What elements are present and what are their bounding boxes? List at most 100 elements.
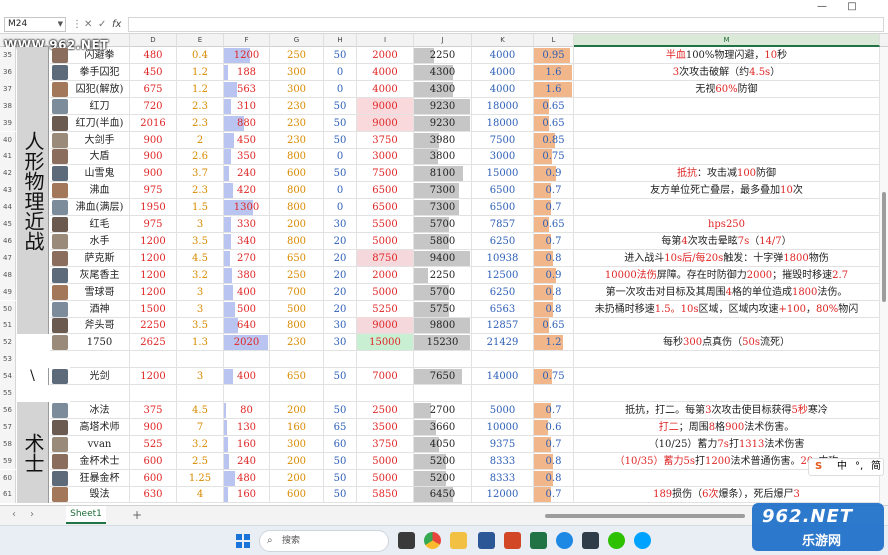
cell-i[interactable]: 8750 (357, 249, 414, 267)
cell-g[interactable]: 700 (270, 283, 324, 301)
cell-desc[interactable]: 189损伤（6次爆条），死后爆尸3 (574, 486, 880, 504)
cell-e[interactable]: 1.25 (177, 469, 224, 487)
cell-desc[interactable]: 友方单位死亡叠层，最多叠加10次 (574, 182, 880, 200)
cell-name[interactable]: 闪避拳 (70, 47, 130, 64)
cell-l[interactable]: 0.8 (534, 283, 574, 301)
cell-l[interactable]: 0.65 (534, 216, 574, 233)
cell-j[interactable]: 2250 (414, 47, 472, 64)
cell-l[interactable]: 0.8 (534, 249, 574, 267)
cell-l[interactable] (534, 385, 574, 402)
vertical-scrollbar[interactable] (880, 47, 888, 505)
cell-desc[interactable] (574, 148, 880, 166)
cell-d[interactable] (130, 351, 177, 369)
cell-name[interactable]: 水手 (70, 232, 130, 250)
cell-e[interactable]: 1.5 (177, 199, 224, 217)
cell-j[interactable]: 5200 (414, 452, 472, 470)
cell-name[interactable] (70, 385, 130, 402)
function-icon[interactable]: fx (112, 17, 121, 32)
cell-d[interactable]: 2250 (130, 317, 177, 335)
more-icon[interactable]: ⋮ (72, 17, 82, 32)
ime-punct[interactable]: °, (855, 459, 863, 475)
cell-d[interactable]: 375 (130, 401, 177, 419)
cell-f[interactable]: 563 (224, 80, 270, 98)
spreadsheet-grid[interactable]: 35 闪避拳 480 0.4 1200 250 50 2000 2250 4000 0.95 半血10… (0, 47, 888, 505)
cell-f[interactable]: 188 (224, 63, 270, 81)
cell-desc[interactable]: 每秒300点真伤（50s流死） (574, 334, 880, 352)
maximize-button[interactable]: □ (840, 0, 864, 14)
cell-g[interactable]: 230 (270, 131, 324, 149)
cell-k[interactable]: 4000 (472, 63, 534, 81)
cell-j[interactable]: 2700 (414, 401, 472, 419)
cell-desc[interactable]: 无视60%防御 (574, 80, 880, 98)
cell-f[interactable]: 400 (224, 283, 270, 301)
cell-name[interactable]: 狂暴金杯 (70, 469, 130, 487)
row-header[interactable]: 61 (0, 486, 16, 504)
chevron-down-icon[interactable]: ▼ (58, 18, 63, 31)
cell-g[interactable]: 300 (270, 435, 324, 453)
cell-desc[interactable]: 未扔桶时移速1.5。10s区域，区域内攻速+100，80%物闪 (574, 300, 880, 318)
cell-h[interactable]: 30 (324, 216, 357, 233)
category-label[interactable]: \ (17, 368, 49, 385)
cell-d[interactable]: 1200 (130, 232, 177, 250)
cell-l[interactable]: 1.6 (534, 80, 574, 98)
cell-l[interactable]: 0.8 (534, 469, 574, 487)
cell-name[interactable]: 雪球哥 (70, 283, 130, 301)
cell-desc[interactable] (574, 317, 880, 335)
cell-f[interactable]: 80 (224, 401, 270, 419)
cell-d[interactable]: 900 (130, 131, 177, 149)
cell-h[interactable] (324, 385, 357, 402)
cell-d[interactable]: 1500 (130, 300, 177, 318)
cell-i[interactable]: 2000 (357, 47, 414, 64)
cell-d[interactable]: 600 (130, 469, 177, 487)
enter-icon[interactable]: ✓ (98, 17, 106, 32)
cell-j[interactable]: 2250 (414, 266, 472, 284)
cell-desc[interactable]: 第一次攻击对目标及其周围4格的单位造成1800法伤。 (574, 283, 880, 301)
cell-e[interactable]: 1.2 (177, 80, 224, 98)
row-header[interactable]: 59 (0, 452, 16, 470)
cell-k[interactable]: 4000 (472, 47, 534, 64)
cell-l[interactable]: 0.8 (534, 300, 574, 318)
cell-name[interactable]: 灰尾香主 (70, 266, 130, 284)
cell-h[interactable]: 50 (324, 401, 357, 419)
cell-k[interactable]: 18000 (472, 97, 534, 115)
row-header[interactable]: 48 (0, 266, 16, 284)
cell-j[interactable]: 9800 (414, 317, 472, 335)
cell-name[interactable]: 大盾 (70, 148, 130, 166)
cell-d[interactable]: 900 (130, 165, 177, 183)
cell-k[interactable]: 21429 (472, 334, 534, 352)
cell-g[interactable]: 300 (270, 80, 324, 98)
cell-d[interactable]: 1950 (130, 199, 177, 217)
cell-e[interactable]: 0.4 (177, 47, 224, 64)
cell-f[interactable]: 380 (224, 266, 270, 284)
cell-i[interactable]: 5000 (357, 469, 414, 487)
cell-e[interactable]: 3.5 (177, 232, 224, 250)
cell-i[interactable]: 7500 (357, 165, 414, 183)
cell-l[interactable]: 0.85 (534, 131, 574, 149)
cell-i[interactable]: 9000 (357, 317, 414, 335)
cell-i[interactable]: 5000 (357, 283, 414, 301)
cell-h[interactable]: 20 (324, 266, 357, 284)
cell-i[interactable]: 3500 (357, 418, 414, 436)
cell-h[interactable]: 50 (324, 165, 357, 183)
cell-d[interactable]: 450 (130, 63, 177, 81)
cell-desc[interactable]: 10000法伤屏障。存在时防御力2000；摧毁时移速2.7 (574, 266, 880, 284)
cell-k[interactable]: 8333 (472, 469, 534, 487)
cell-e[interactable]: 4.5 (177, 249, 224, 267)
cell-f[interactable]: 880 (224, 114, 270, 132)
cell-i[interactable]: 5000 (357, 452, 414, 470)
cell-e[interactable]: 3.5 (177, 317, 224, 335)
cell-d[interactable]: 600 (130, 452, 177, 470)
cell-j[interactable] (414, 385, 472, 402)
cell-i[interactable]: 6500 (357, 199, 414, 217)
cell-desc[interactable]: 抵抗：攻击减100防御 (574, 165, 880, 183)
cell-f[interactable]: 160 (224, 486, 270, 504)
cell-e[interactable]: 1.3 (177, 334, 224, 352)
cell-h[interactable]: 50 (324, 469, 357, 487)
cell-e[interactable]: 2.6 (177, 148, 224, 166)
cell-j[interactable]: 9400 (414, 249, 472, 267)
cell-name[interactable]: 萨克斯 (70, 249, 130, 267)
cell-f[interactable]: 1200 (224, 47, 270, 64)
cell-l[interactable]: 1.2 (534, 334, 574, 352)
cell-k[interactable]: 6250 (472, 232, 534, 250)
cell-f[interactable]: 240 (224, 452, 270, 470)
